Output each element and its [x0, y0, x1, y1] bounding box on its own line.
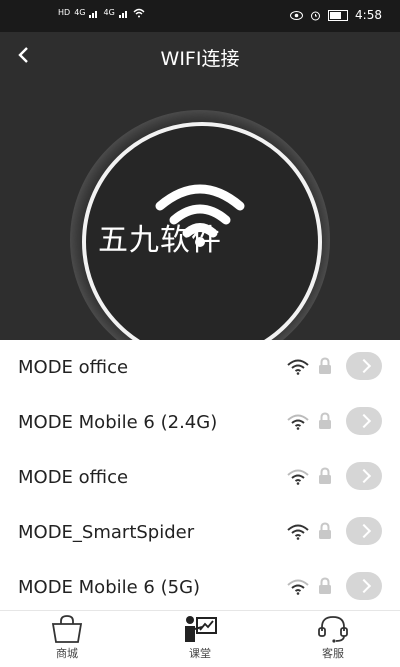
tab-shop[interactable]: 商城: [22, 615, 112, 661]
battery-icon: [328, 9, 349, 21]
headset-icon: [318, 616, 348, 643]
network-row[interactable]: MODE office: [0, 450, 400, 505]
signal-icon: [89, 10, 98, 18]
network-row[interactable]: MODE office: [0, 340, 400, 395]
wifi-signal-icon: [287, 524, 309, 540]
network-name: MODE Mobile 6 (5G): [18, 577, 201, 598]
status-time: 4:58: [355, 8, 382, 22]
wifi-signal-icon: [287, 469, 309, 485]
wifi-signal-icon: [287, 359, 309, 375]
bottom-tab-bar: 商城 课堂 客服: [0, 610, 400, 667]
eye-icon: [290, 10, 304, 20]
page-title: WIFI连接: [160, 48, 240, 70]
lock-icon: [319, 467, 331, 484]
status-bar: HD 4G 4G 4:58: [0, 0, 400, 32]
network-row[interactable]: MODE Mobile 6 (2.4G): [0, 395, 400, 450]
network-row[interactable]: MODE Mobile 6 (5G): [0, 560, 400, 615]
signal-icon: [118, 10, 127, 18]
tab-label: 商城: [56, 647, 78, 660]
connect-button[interactable]: [346, 517, 382, 545]
classroom-icon: [185, 616, 217, 642]
network-name: MODE office: [18, 357, 129, 378]
hd-badge: HD: [58, 8, 71, 17]
signal-label-1: 4G: [74, 8, 86, 17]
shopping-bag-icon: [51, 615, 83, 643]
status-right: 4:58: [290, 8, 382, 22]
network-name: MODE office: [18, 467, 129, 488]
wifi-status-icon: [133, 8, 145, 18]
network-name: MODE_SmartSpider: [18, 522, 195, 543]
lock-icon: [319, 412, 331, 429]
lock-icon: [319, 577, 331, 594]
connect-button[interactable]: [346, 462, 382, 490]
signal-label-2: 4G: [103, 8, 115, 17]
tab-label: 客服: [322, 647, 344, 660]
tab-label: 课堂: [189, 647, 211, 660]
wifi-status-ring: 五九软件: [70, 110, 330, 340]
network-row[interactable]: MODE_SmartSpider: [0, 505, 400, 560]
tab-service[interactable]: 客服: [288, 615, 378, 661]
network-name: MODE Mobile 6 (2.4G): [18, 412, 218, 433]
alarm-icon: [311, 11, 321, 20]
header: HD 4G 4G 4:58 WIFI连接 五九软件: [0, 0, 400, 340]
lock-icon: [319, 357, 331, 374]
network-list: MODE office MODE Mobile 6 (2.4G) MODE of…: [0, 340, 400, 615]
lock-icon: [319, 522, 331, 539]
connect-button[interactable]: [346, 407, 382, 435]
wifi-signal-icon: [287, 414, 309, 430]
watermark-text: 五九软件: [98, 223, 222, 258]
status-left: HD 4G 4G: [58, 8, 145, 18]
connect-button[interactable]: [346, 352, 382, 380]
wifi-signal-icon: [287, 579, 309, 595]
tab-classroom[interactable]: 课堂: [155, 615, 245, 661]
connect-button[interactable]: [346, 572, 382, 600]
